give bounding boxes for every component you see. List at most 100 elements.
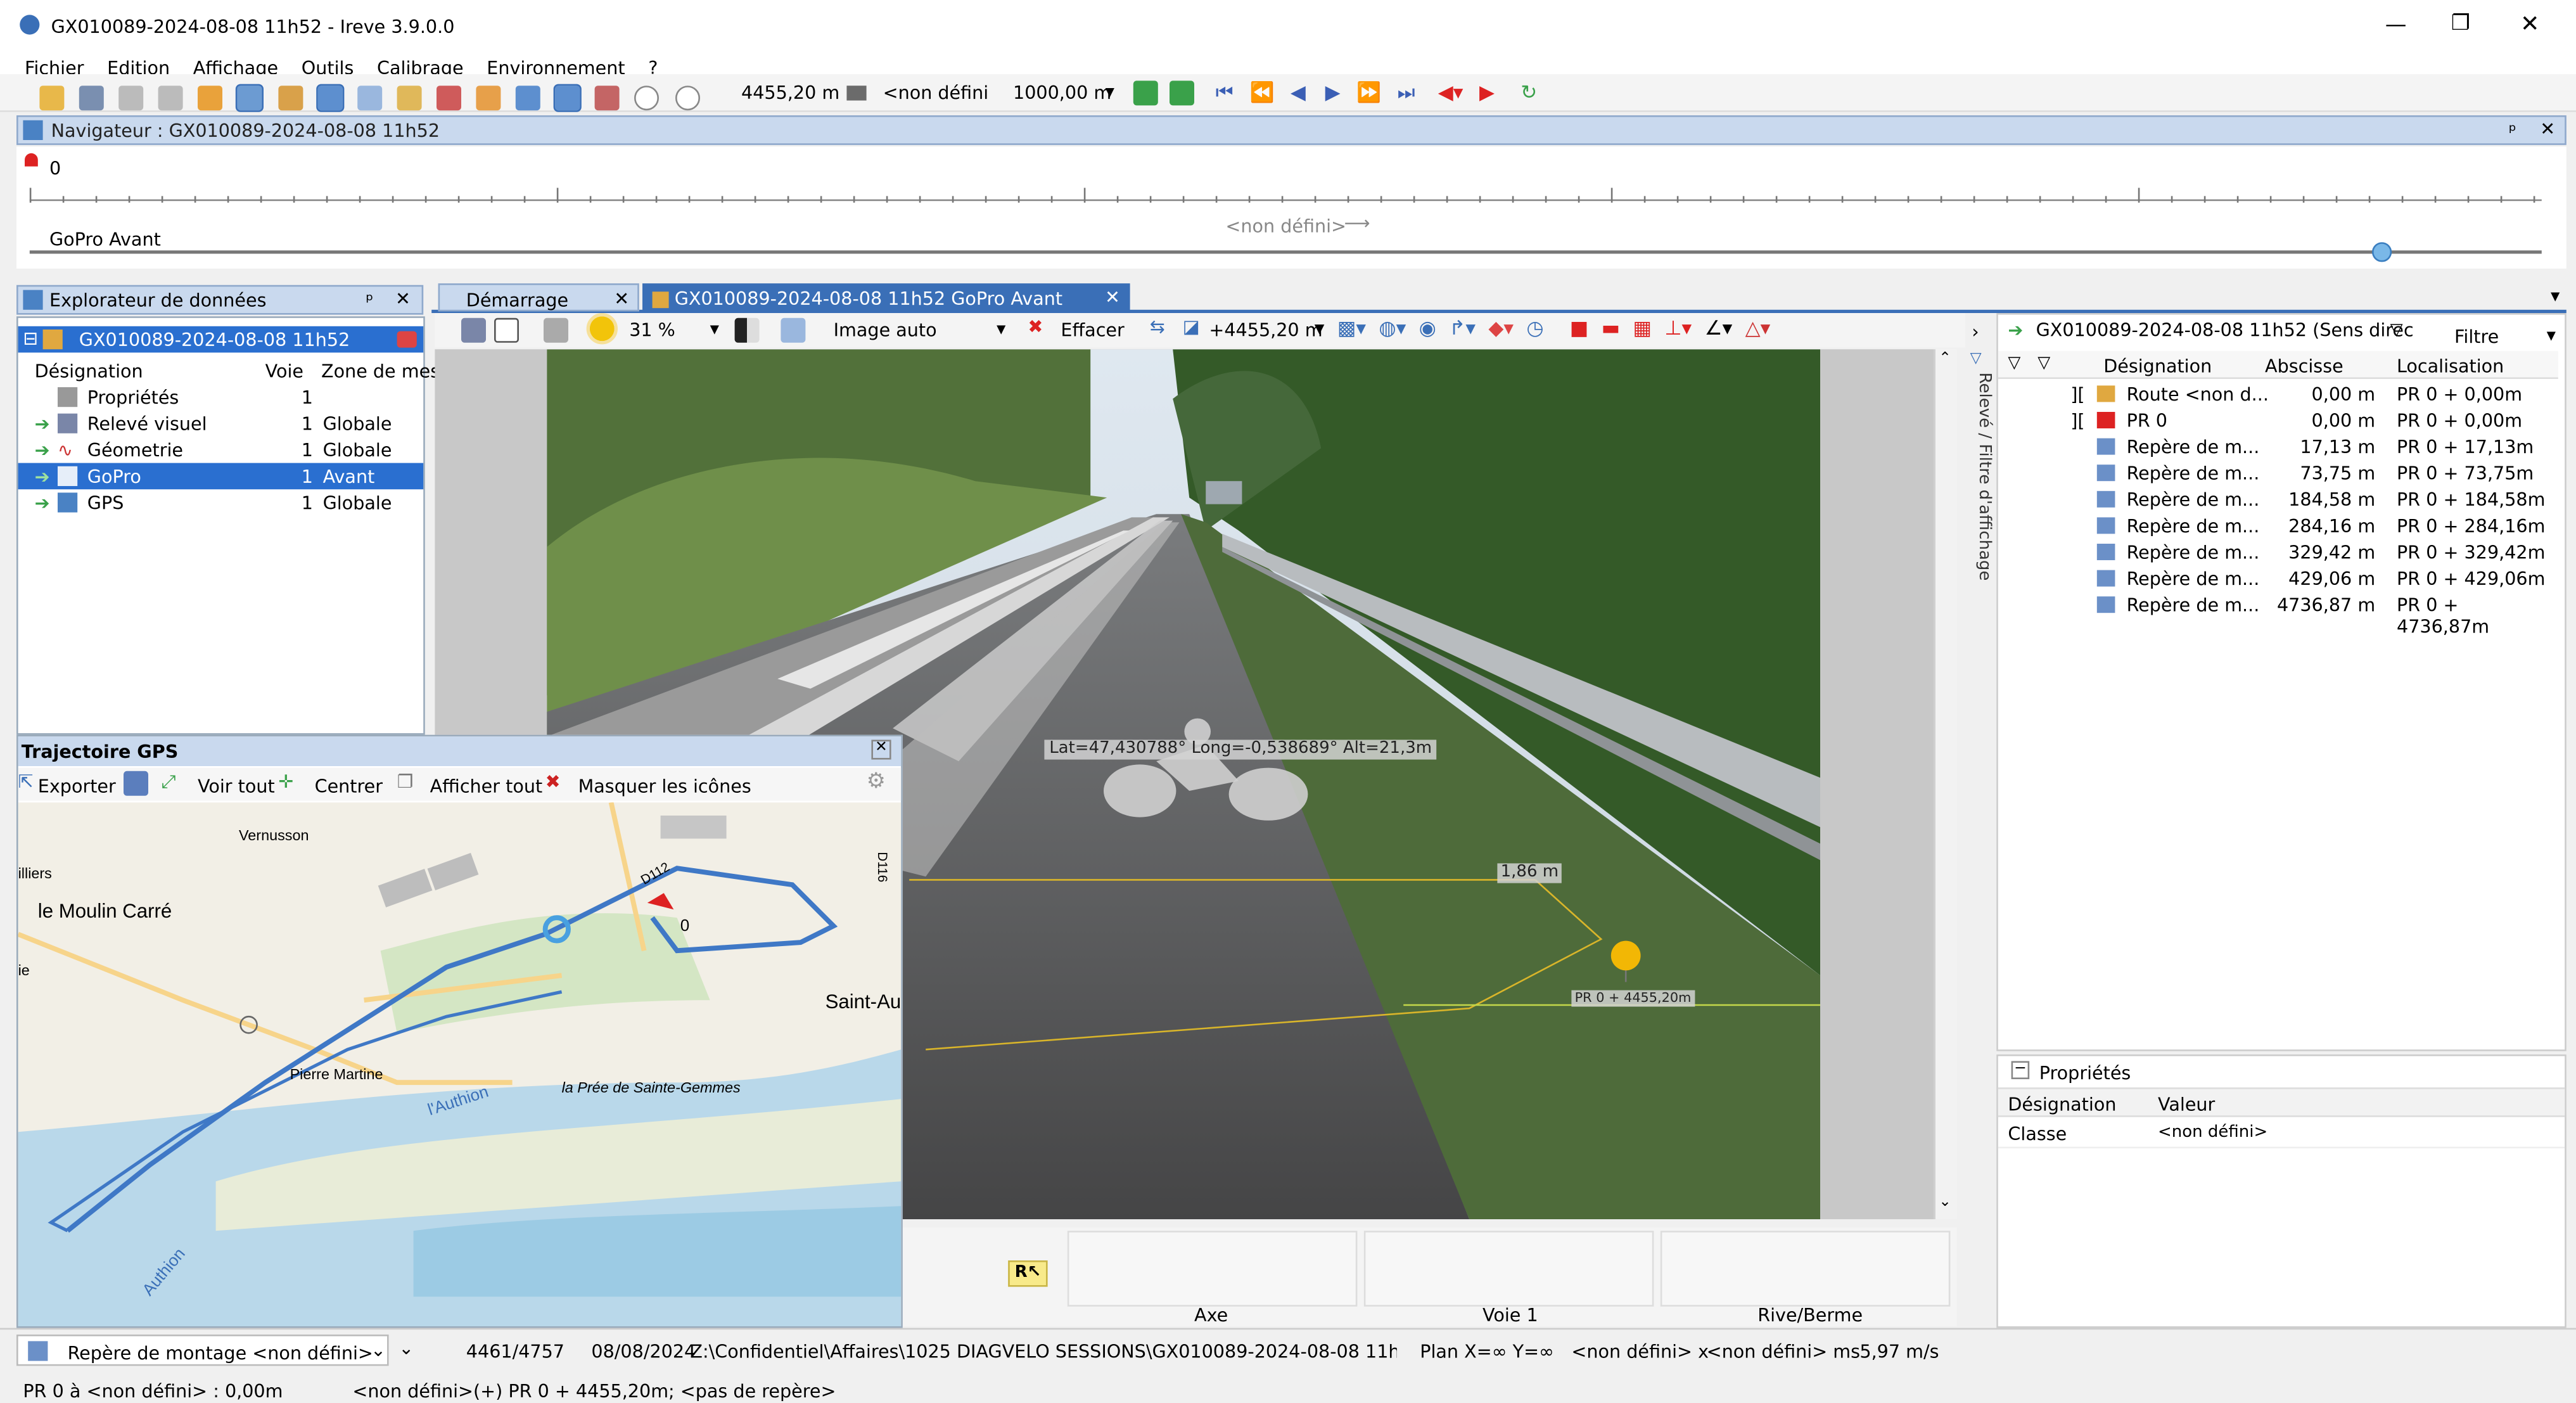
marker-selector[interactable]: Repère de montage <non défini> ⌄ [16,1335,389,1366]
event-row[interactable]: Repère de m... 284,16 m PR 0 + 284,16m [1998,513,2550,539]
distance-offset[interactable]: +4455,20 m [1209,321,1322,340]
back-icon[interactable] [635,86,660,111]
minimize-icon[interactable]: — [2385,15,2407,36]
navigator-track[interactable] [29,250,2542,254]
grid-icon[interactable] [357,86,382,111]
expand-arrow-icon[interactable]: ➔ [35,440,50,461]
marker-dropdown-icon[interactable]: ⌄ [371,1341,386,1359]
explorer-row-geometrie[interactable]: ➔ ∿ Géometrie 1 Globale [18,437,424,463]
lane-voie-1[interactable] [1363,1231,1654,1307]
texture-icon[interactable]: ▩▾ [1337,316,1366,339]
distance-field[interactable]: 4455,20 m [741,84,839,103]
properties-row-classe[interactable]: Classe <non défini> [1998,1118,2565,1149]
expand-arrow-icon[interactable]: ➔ [35,492,50,514]
grid-filter-icon[interactable]: ▽ [2008,355,2020,373]
properties-collapse-icon[interactable]: − [2011,1061,2030,1079]
chart-icon[interactable] [595,86,620,111]
import-icon[interactable] [277,86,303,111]
overlay-dropdown-icon[interactable]: ▾ [1315,316,1325,339]
step-field[interactable]: 1000,00 m [1013,84,1111,103]
explorer-row-gopro[interactable]: ➔ GoPro 1 Avant [18,463,424,490]
sync-icon[interactable] [516,86,541,111]
event-row[interactable]: Repère de m... 429,06 m PR 0 + 429,06m [1998,565,2550,592]
loop-icon[interactable]: ↻ [1521,80,1537,103]
gps-center-button[interactable]: Centrer [315,778,383,796]
explorer-row-releve[interactable]: ➔ Relevé visuel 1 Globale [18,410,424,437]
zoom-dropdown-icon[interactable]: ▾ [710,319,719,338]
edit-icon[interactable] [397,86,422,111]
eraser-icon[interactable]: ◆▾ [1488,316,1514,339]
explorer-row-gps[interactable]: ➔ GPS 1 Globale [18,489,424,516]
gps-window-close-icon[interactable]: ✕ [871,740,891,760]
r-button[interactable]: R↖ [1008,1260,1048,1287]
video-vertical-scrollbar[interactable]: ⌃ ⌄ [1934,349,1957,1219]
lane-rive[interactable] [1660,1231,1951,1307]
contrast-icon[interactable] [734,317,760,343]
side-expand-icon[interactable]: › [1972,323,1979,342]
filter-button[interactable]: Filtre [2454,328,2499,346]
split-icon[interactable] [494,317,519,343]
report-icon[interactable] [476,86,501,111]
filter-dropdown-icon[interactable]: ▾ [2547,326,2556,345]
swap-icon[interactable]: ⇆ [1150,318,1165,336]
triangle-icon[interactable]: △▾ [1745,316,1771,339]
prev-green-icon[interactable] [1133,80,1158,106]
gps-show-all-button[interactable]: Afficher tout [430,778,543,796]
measure-icon[interactable]: ◪ [1183,318,1200,336]
gps-save-icon[interactable] [124,771,148,796]
col-designation[interactable]: Désignation [35,362,143,381]
lane-axe[interactable] [1067,1231,1358,1307]
event-row[interactable]: ][PR 0 0,00 m PR 0 + 0,00m [1998,407,2550,433]
zoom-select[interactable]: 31 % [629,321,675,340]
undefined-field[interactable]: <non défini [883,84,989,103]
col-voie[interactable]: Voie [265,362,303,381]
photo-icon[interactable] [436,86,461,111]
tab-close-icon[interactable]: ✕ [1105,286,1120,308]
save-icon[interactable] [79,86,105,111]
image-mode-icon[interactable] [781,317,806,343]
zoom-icon[interactable] [543,317,568,343]
open-icon[interactable] [39,86,65,111]
expand-arrow-icon[interactable]: ➔ [35,466,50,488]
gps-map[interactable]: Vernusson le Moulin Carré Pierre Martine… [18,802,902,1326]
record-forward-icon[interactable]: ▶ [1479,80,1495,103]
marker-nav-icon[interactable]: ⌄ [399,1340,414,1358]
first-icon[interactable]: ⏮ [1216,80,1234,103]
play-icon[interactable]: ▶ [1325,80,1341,103]
stop-red-icon[interactable]: ■ [1570,316,1588,339]
gps-hide-icons-button[interactable]: Masquer les icônes [578,778,751,796]
next-green-icon[interactable] [1169,80,1194,106]
pin-icon[interactable]: ᵖ [2509,122,2516,140]
explorer-root[interactable]: ⊟ GX010089-2024-08-08 11h52 [18,326,424,353]
event-row[interactable]: Repère de m... 184,58 m PR 0 + 184,58m [1998,486,2550,513]
eye-icon[interactable]: ◉ [1419,316,1436,339]
event-row[interactable]: Repère de m... 73,75 m PR 0 + 73,75m [1998,459,2550,486]
root-close-icon[interactable] [397,331,417,348]
tab-video[interactable]: GX010089-2024-08-08 11h52 GoPro Avant ✕ [642,283,1130,312]
redo-icon[interactable] [158,86,184,111]
gps-window-header[interactable]: Trajectoire GPS ✕ [18,736,902,766]
event-row[interactable]: ][Route <non d... 0,00 m PR 0 + 0,00m [1998,381,2550,407]
image-mode-dropdown-icon[interactable]: ▾ [997,319,1005,338]
gps-see-all-button[interactable]: Voir tout [198,778,275,796]
navigator-close-icon[interactable]: ✕ [2540,120,2555,139]
hatch-icon[interactable]: ▦ [1633,316,1652,339]
tab-close-icon[interactable]: ✕ [614,288,629,310]
explorer-row-proprietes[interactable]: Propriétés 1 [18,384,424,411]
layers-icon[interactable] [461,317,486,343]
erase-button[interactable]: Effacer [1061,321,1124,340]
explorer-pin-icon[interactable]: ᵖ [366,291,373,310]
filter-funnel-icon[interactable]: ▽ [2390,322,2403,340]
angle-icon[interactable]: ∠▾ [1705,316,1733,339]
navigator-position-handle[interactable] [2371,242,2392,262]
close-icon[interactable]: ✕ [2520,13,2540,36]
globe-icon[interactable]: ◍▾ [1379,316,1406,339]
view-icon[interactable] [236,84,265,112]
forward-icon[interactable] [674,86,699,111]
col-localisation[interactable]: Localisation [2397,357,2504,376]
event-row[interactable]: Repère de m... 4736,87 m PR 0 + 4736,87m [1998,591,2550,637]
ruler-vertical-icon[interactable]: ⊥▾ [1664,316,1692,339]
grid-filter-icon-2[interactable]: ▽ [2037,355,2050,373]
col-zone[interactable]: Zone de mes [321,362,440,381]
event-row[interactable]: Repère de m... 17,13 m PR 0 + 17,13m [1998,433,2550,460]
